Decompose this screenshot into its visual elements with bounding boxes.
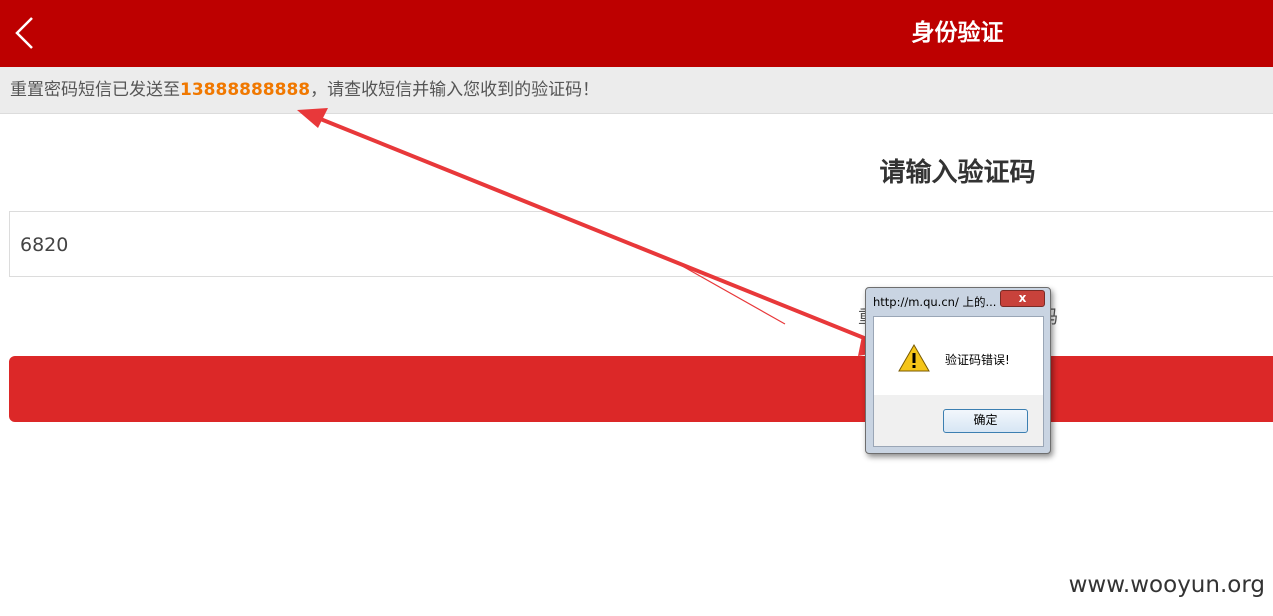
warning-icon (898, 344, 930, 372)
submit-button[interactable] (9, 356, 1273, 422)
form-title: 请输入验证码 (879, 158, 1036, 188)
phone-number: 13888888888 (180, 80, 311, 100)
sms-notice: 重置密码短信已发送至13888888888，请查收短信并输入您收到的验证码！ (0, 67, 1273, 114)
verification-code-field[interactable] (9, 211, 1273, 278)
page-title: 身份验证 (911, 20, 1004, 46)
notice-suffix: ，请查收短信并输入您收到的验证码！ (310, 80, 600, 100)
watermark: www.wooyun.org (1068, 572, 1265, 598)
dialog-body: 验证码错误! 确定 (873, 316, 1044, 447)
ok-button[interactable]: 确定 (943, 409, 1028, 433)
verification-code-input[interactable] (10, 212, 1273, 278)
dialog-title: http://m.qu.cn/ 上的... (873, 295, 997, 309)
dialog-footer: 确定 (874, 395, 1043, 446)
close-icon[interactable]: x (1000, 290, 1045, 307)
notice-prefix: 重置密码短信已发送至 (10, 80, 180, 100)
dialog-message: 验证码错误! (945, 353, 1010, 367)
alert-dialog: http://m.qu.cn/ 上的... x 验证码错误! 确定 (865, 287, 1051, 454)
app-header: 身份验证 (0, 0, 1273, 67)
